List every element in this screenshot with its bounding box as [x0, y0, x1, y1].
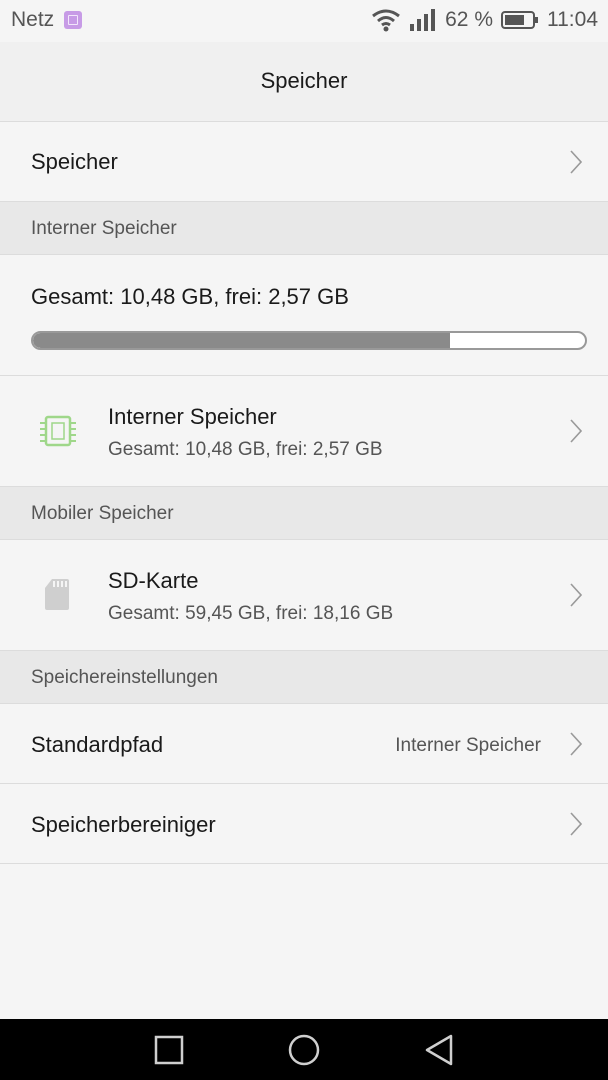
- navigation-bar: [0, 1019, 608, 1080]
- signal-icon: [410, 9, 436, 31]
- sd-card-title: SD-Karte: [108, 568, 199, 593]
- battery-percent: 62 %: [445, 8, 493, 31]
- storage-row[interactable]: Speicher: [0, 122, 608, 202]
- section-header-settings: Speichereinstellungen: [0, 651, 608, 704]
- internal-storage-subtitle: Gesamt: 10,48 GB, frei: 2,57 GB: [108, 439, 383, 460]
- chevron-right-icon: [570, 419, 582, 443]
- chevron-right-icon: [570, 732, 582, 756]
- status-right: 62 % 11:04: [363, 8, 598, 32]
- clock: 11:04: [547, 8, 598, 31]
- chevron-right-icon: [570, 812, 582, 836]
- chevron-right-icon: [570, 150, 582, 174]
- section-header-label: Mobiler Speicher: [31, 503, 174, 524]
- storage-cleaner-label: Speicherbereiniger: [31, 812, 216, 837]
- page-title: Speicher: [260, 68, 348, 93]
- status-left: Netz: [11, 8, 83, 32]
- internal-storage-title: Interner Speicher: [108, 404, 277, 429]
- section-header-label: Interner Speicher: [31, 218, 177, 239]
- storage-row-label: Speicher: [31, 149, 118, 174]
- carrier-name: Netz: [11, 8, 55, 31]
- back-icon[interactable]: [422, 1033, 456, 1067]
- section-header-mobile: Mobiler Speicher: [0, 487, 608, 540]
- internal-summary: Gesamt: 10,48 GB, frei: 2,57 GB: [0, 255, 608, 376]
- storage-cleaner-row[interactable]: Speicherbereiniger: [0, 784, 608, 864]
- battery-icon: [501, 11, 538, 29]
- storage-progress-fill: [33, 333, 450, 348]
- storage-progress-bar: [31, 331, 587, 350]
- internal-storage-item[interactable]: Interner Speicher Gesamt: 10,48 GB, frei…: [0, 376, 608, 487]
- home-icon[interactable]: [287, 1033, 321, 1067]
- sd-card-subtitle: Gesamt: 59,45 GB, frei: 18,16 GB: [108, 603, 394, 624]
- recent-apps-icon[interactable]: [152, 1033, 186, 1067]
- title-bar: Speicher: [0, 42, 608, 122]
- gallery-icon: [64, 11, 83, 29]
- chevron-right-icon: [570, 583, 582, 607]
- wifi-icon: [372, 9, 401, 32]
- sd-card-item[interactable]: SD-Karte Gesamt: 59,45 GB, frei: 18,16 G…: [0, 540, 608, 651]
- default-path-row[interactable]: Standardpfad Interner Speicher: [0, 704, 608, 784]
- default-path-value: Interner Speicher: [395, 735, 541, 756]
- section-header-internal: Interner Speicher: [0, 202, 608, 255]
- section-header-label: Speichereinstellungen: [31, 667, 218, 688]
- sd-card-icon: [45, 579, 69, 610]
- chip-icon: [40, 415, 76, 447]
- status-bar: Netz 62 % 11:04: [0, 0, 608, 42]
- default-path-label: Standardpfad: [31, 732, 164, 757]
- internal-summary-text: Gesamt: 10,48 GB, frei: 2,57 GB: [31, 284, 349, 309]
